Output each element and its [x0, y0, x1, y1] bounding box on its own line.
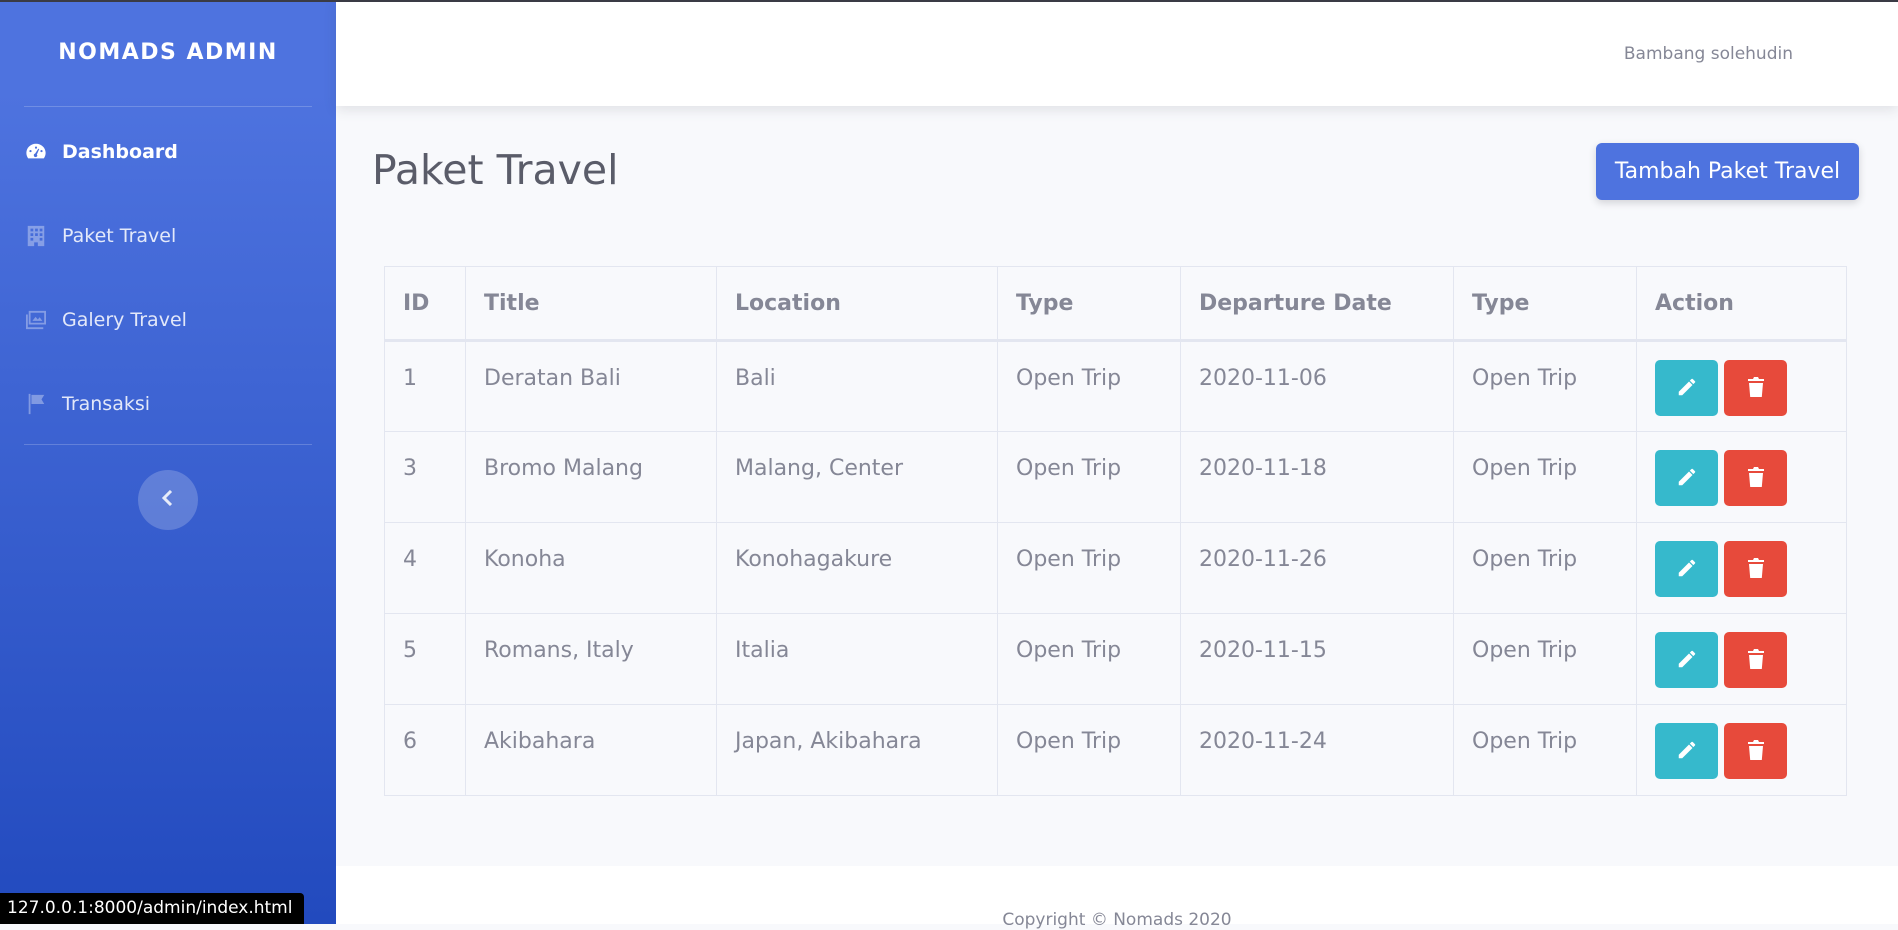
column-header-type: Type: [997, 266, 1181, 342]
column-header-title: Title: [465, 266, 717, 342]
cell-departure-date: 2020-11-18: [1180, 431, 1454, 523]
table-row: 5 Romans, Italy Italia Open Trip 2020-11…: [384, 613, 1847, 705]
cell-id: 4: [384, 522, 466, 614]
cell-type: Open Trip: [997, 431, 1181, 523]
trash-icon: [1747, 739, 1765, 764]
cell-location: Malang, Center: [716, 431, 998, 523]
user-dropdown[interactable]: Bambang solehudin: [1624, 44, 1793, 64]
sidebar-toggle-button[interactable]: [138, 470, 198, 530]
sidebar-item-label: Transaksi: [62, 393, 151, 415]
paket-travel-table: ID Title Location Type Departure Date Ty…: [384, 266, 1847, 796]
cell-type: Open Trip: [1453, 431, 1637, 523]
topbar: Bambang solehudin: [336, 0, 1898, 106]
window-top-border: [0, 0, 1898, 2]
table-row: 1 Deratan Bali Bali Open Trip 2020-11-06…: [384, 340, 1847, 432]
sidebar-item-paket-travel[interactable]: Paket Travel: [24, 216, 312, 256]
page-title: Paket Travel: [372, 146, 619, 194]
cell-type: Open Trip: [997, 522, 1181, 614]
cell-type: Open Trip: [1453, 522, 1637, 614]
pencil-icon: [1676, 648, 1698, 673]
edit-button[interactable]: [1655, 360, 1718, 416]
edit-button[interactable]: [1655, 723, 1718, 779]
table-row: 3 Bromo Malang Malang, Center Open Trip …: [384, 431, 1847, 523]
pencil-icon: [1676, 557, 1698, 582]
delete-button[interactable]: [1724, 541, 1787, 597]
table-row: 4 Konoha Konohagakure Open Trip 2020-11-…: [384, 522, 1847, 614]
cell-type: Open Trip: [1453, 613, 1637, 705]
sidebar-item-dashboard[interactable]: Dashboard: [24, 132, 312, 172]
cell-type: Open Trip: [1453, 704, 1637, 796]
column-header-type: Type: [1453, 266, 1637, 342]
sidebar-divider: [24, 444, 312, 445]
brand-logo[interactable]: NOMADS ADMIN: [0, 40, 336, 65]
cell-id: 6: [384, 704, 466, 796]
cell-title: Konoha: [465, 522, 717, 614]
sidebar-item-label: Paket Travel: [62, 225, 177, 247]
cell-title: Deratan Bali: [465, 340, 717, 432]
delete-button[interactable]: [1724, 632, 1787, 688]
edit-button[interactable]: [1655, 632, 1718, 688]
cell-type: Open Trip: [997, 613, 1181, 705]
flag-icon: [24, 392, 48, 416]
copyright-text: Copyright © Nomads 2020: [1002, 910, 1232, 930]
sidebar: NOMADS ADMIN Dashboard Paket Travel Gale…: [0, 0, 336, 924]
trash-icon: [1747, 557, 1765, 582]
table-header-row: ID Title Location Type Departure Date Ty…: [384, 266, 1847, 342]
column-header-action: Action: [1636, 266, 1847, 342]
footer: Copyright © Nomads 2020: [336, 866, 1898, 930]
column-header-departure-date: Departure Date: [1180, 266, 1454, 342]
cell-id: 3: [384, 431, 466, 523]
delete-button[interactable]: [1724, 723, 1787, 779]
sidebar-item-label: Galery Travel: [62, 309, 187, 331]
cell-type: Open Trip: [997, 704, 1181, 796]
cell-departure-date: 2020-11-26: [1180, 522, 1454, 614]
cell-type: Open Trip: [1453, 340, 1637, 432]
cell-id: 1: [384, 340, 466, 432]
table-row: 6 Akibahara Japan, Akibahara Open Trip 2…: [384, 704, 1847, 796]
trash-icon: [1747, 648, 1765, 673]
pencil-icon: [1676, 739, 1698, 764]
column-header-location: Location: [716, 266, 998, 342]
cell-title: Bromo Malang: [465, 431, 717, 523]
images-icon: [24, 308, 48, 332]
cell-actions: [1636, 522, 1847, 614]
chevron-left-icon: [161, 489, 175, 510]
browser-status-url: 127.0.0.1:8000/admin/index.html: [0, 893, 305, 924]
sidebar-item-label: Dashboard: [62, 141, 178, 163]
sidebar-item-galery-travel[interactable]: Galery Travel: [24, 300, 312, 340]
pencil-icon: [1676, 376, 1698, 401]
cell-departure-date: 2020-11-15: [1180, 613, 1454, 705]
cell-id: 5: [384, 613, 466, 705]
cell-actions: [1636, 431, 1847, 523]
cell-departure-date: 2020-11-06: [1180, 340, 1454, 432]
column-header-id: ID: [384, 266, 466, 342]
cell-location: Italia: [716, 613, 998, 705]
sidebar-item-transaksi[interactable]: Transaksi: [24, 384, 312, 424]
cell-actions: [1636, 704, 1847, 796]
pencil-icon: [1676, 466, 1698, 491]
cell-location: Bali: [716, 340, 998, 432]
sidebar-divider: [24, 106, 312, 107]
building-icon: [24, 224, 48, 248]
edit-button[interactable]: [1655, 541, 1718, 597]
trash-icon: [1747, 466, 1765, 491]
edit-button[interactable]: [1655, 450, 1718, 506]
cell-actions: [1636, 613, 1847, 705]
tachometer-icon: [24, 140, 48, 164]
cell-actions: [1636, 340, 1847, 432]
delete-button[interactable]: [1724, 360, 1787, 416]
cell-title: Akibahara: [465, 704, 717, 796]
cell-location: Japan, Akibahara: [716, 704, 998, 796]
cell-title: Romans, Italy: [465, 613, 717, 705]
cell-departure-date: 2020-11-24: [1180, 704, 1454, 796]
trash-icon: [1747, 376, 1765, 401]
add-paket-travel-button[interactable]: Tambah Paket Travel: [1596, 143, 1859, 200]
cell-type: Open Trip: [997, 340, 1181, 432]
delete-button[interactable]: [1724, 450, 1787, 506]
cell-location: Konohagakure: [716, 522, 998, 614]
